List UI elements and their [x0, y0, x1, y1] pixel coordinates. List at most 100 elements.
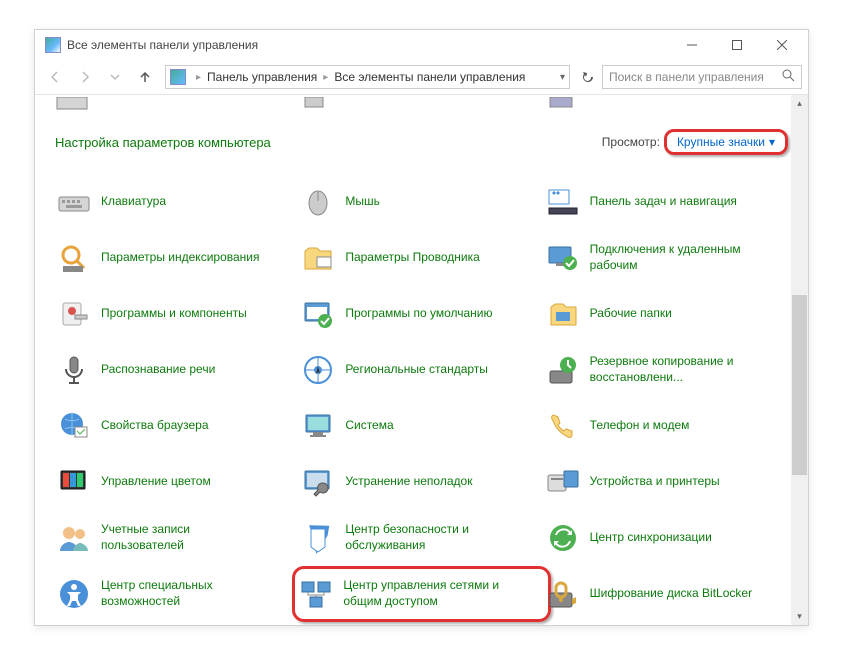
- item-label: Центр специальных возможностей: [101, 578, 271, 609]
- item-label: Управление цветом: [101, 474, 211, 490]
- item-programs[interactable]: Программы и компоненты: [55, 293, 299, 335]
- item-label: Рабочие папки: [590, 306, 672, 322]
- item-remote[interactable]: Подключения к удаленным рабочим: [544, 237, 788, 279]
- item-index[interactable]: Параметры индексирования: [55, 237, 299, 279]
- view-label: Просмотр:: [602, 135, 660, 149]
- scroll-thumb[interactable]: [792, 295, 807, 475]
- search-input[interactable]: Поиск в панели управления: [602, 65, 802, 89]
- item-backup[interactable]: Резервное копирование и восстановлени...: [544, 349, 788, 391]
- keyboard-icon: [57, 185, 91, 219]
- internet-icon: [57, 409, 91, 443]
- backup-icon: [546, 353, 580, 387]
- page-title: Настройка параметров компьютера: [55, 135, 271, 150]
- forward-button[interactable]: [71, 63, 99, 91]
- scroll-up-icon[interactable]: ▴: [791, 95, 808, 112]
- speech-icon: [57, 353, 91, 387]
- refresh-button[interactable]: [576, 65, 600, 89]
- minimize-button[interactable]: [669, 31, 714, 60]
- chevron-right-icon[interactable]: ▸: [196, 72, 201, 83]
- partial-row: [55, 97, 788, 113]
- titlebar[interactable]: Все элементы панели управления: [35, 30, 808, 60]
- breadcrumb-part[interactable]: Все элементы панели управления: [334, 70, 525, 84]
- chevron-right-icon[interactable]: ▸: [323, 72, 328, 83]
- index-icon: [57, 241, 91, 275]
- item-label: Центр безопасности и обслуживания: [345, 522, 515, 553]
- item-defaults[interactable]: Программы по умолчанию: [299, 293, 543, 335]
- devices-icon: [546, 465, 580, 499]
- scroll-down-icon[interactable]: ▾: [791, 608, 808, 625]
- ease-icon: [57, 577, 91, 611]
- item-label: Региональные стандарты: [345, 362, 488, 378]
- search-placeholder: Поиск в панели управления: [609, 70, 764, 84]
- up-button[interactable]: [131, 63, 159, 91]
- item-label: Подключения к удаленным рабочим: [590, 242, 760, 273]
- item-ease[interactable]: Центр специальных возможностей: [55, 573, 299, 615]
- breadcrumb[interactable]: ▸ Панель управления ▸ Все элементы панел…: [165, 65, 570, 89]
- scrollbar[interactable]: ▴ ▾: [791, 95, 808, 625]
- item-region[interactable]: Региональные стандарты: [299, 349, 543, 391]
- item-taskbar[interactable]: Панель задач и навигация: [544, 181, 788, 223]
- search-icon[interactable]: [782, 69, 795, 85]
- item-label: Шифрование диска BitLocker: [590, 586, 752, 602]
- folder-opt-icon: [301, 241, 335, 275]
- item-system[interactable]: Система: [299, 405, 543, 447]
- breadcrumb-part[interactable]: Панель управления: [207, 70, 317, 84]
- remote-icon: [546, 241, 580, 275]
- sync-icon: [546, 521, 580, 555]
- mouse-icon: [301, 185, 335, 219]
- item-label: Устранение неполадок: [345, 474, 472, 490]
- item-security[interactable]: Центр безопасности и обслуживания: [299, 517, 543, 559]
- color-icon: [57, 465, 91, 499]
- item-folder-opt[interactable]: Параметры Проводника: [299, 237, 543, 279]
- item-label: Мышь: [345, 194, 380, 210]
- item-devices[interactable]: Устройства и принтеры: [544, 461, 788, 503]
- item-color[interactable]: Управление цветом: [55, 461, 299, 503]
- item-label: Программы по умолчанию: [345, 306, 492, 322]
- chevron-down-icon[interactable]: ▾: [560, 72, 565, 83]
- defaults-icon: [301, 297, 335, 331]
- item-internet[interactable]: Свойства браузера: [55, 405, 299, 447]
- item-label: Телефон и модем: [590, 418, 690, 434]
- back-button[interactable]: [41, 63, 69, 91]
- item-label: Центр синхронизации: [590, 530, 712, 546]
- item-phone[interactable]: Телефон и модем: [544, 405, 788, 447]
- view-value: Крупные значки: [677, 135, 765, 149]
- item-mouse[interactable]: Мышь: [299, 181, 543, 223]
- phone-icon: [546, 409, 580, 443]
- app-icon: [45, 37, 61, 53]
- breadcrumb-icon: [170, 69, 186, 85]
- item-work-folders[interactable]: Рабочие папки: [544, 293, 788, 335]
- item-users[interactable]: Учетные записи пользователей: [55, 517, 299, 559]
- item-label: Устройства и принтеры: [590, 474, 720, 490]
- item-label: Центр управления сетями и общим доступом: [343, 578, 513, 609]
- maximize-button[interactable]: [714, 31, 759, 60]
- item-speech[interactable]: Распознавание речи: [55, 349, 299, 391]
- taskbar-icon: [546, 185, 580, 219]
- close-button[interactable]: [759, 31, 804, 60]
- item-keyboard[interactable]: Клавиатура: [55, 181, 299, 223]
- programs-icon: [57, 297, 91, 331]
- item-label: Резервное копирование и восстановлени...: [590, 354, 760, 385]
- items-grid: Клавиатура Мышь Панель задач и навигация Па…: [55, 181, 788, 625]
- users-icon: [57, 521, 91, 555]
- recent-button[interactable]: [101, 63, 129, 91]
- item-label: Система: [345, 418, 393, 434]
- item-label: Программы и компоненты: [101, 306, 247, 322]
- item-troubleshoot[interactable]: Устранение неполадок: [299, 461, 543, 503]
- item-label: Учетные записи пользователей: [101, 522, 271, 553]
- item-sync[interactable]: Центр синхронизации: [544, 517, 788, 559]
- view-dropdown[interactable]: Крупные значки ▾: [664, 129, 788, 155]
- item-bitlocker[interactable]: Шифрование диска BitLocker: [544, 573, 788, 615]
- window-title: Все элементы панели управления: [67, 38, 669, 52]
- item-label: Параметры индексирования: [101, 250, 259, 266]
- item-network[interactable]: Центр управления сетями и общим доступом: [292, 566, 550, 622]
- control-panel-window: Все элементы панели управления ▸ Панель …: [34, 29, 809, 626]
- item-label: Параметры Проводника: [345, 250, 479, 266]
- region-icon: [301, 353, 335, 387]
- content-area: ▴ ▾ Настройка параметров компьютера Прос…: [35, 95, 808, 625]
- item-label: Клавиатура: [101, 194, 166, 210]
- troubleshoot-icon: [301, 465, 335, 499]
- bitlocker-icon: [546, 577, 580, 611]
- work-folders-icon: [546, 297, 580, 331]
- system-icon: [301, 409, 335, 443]
